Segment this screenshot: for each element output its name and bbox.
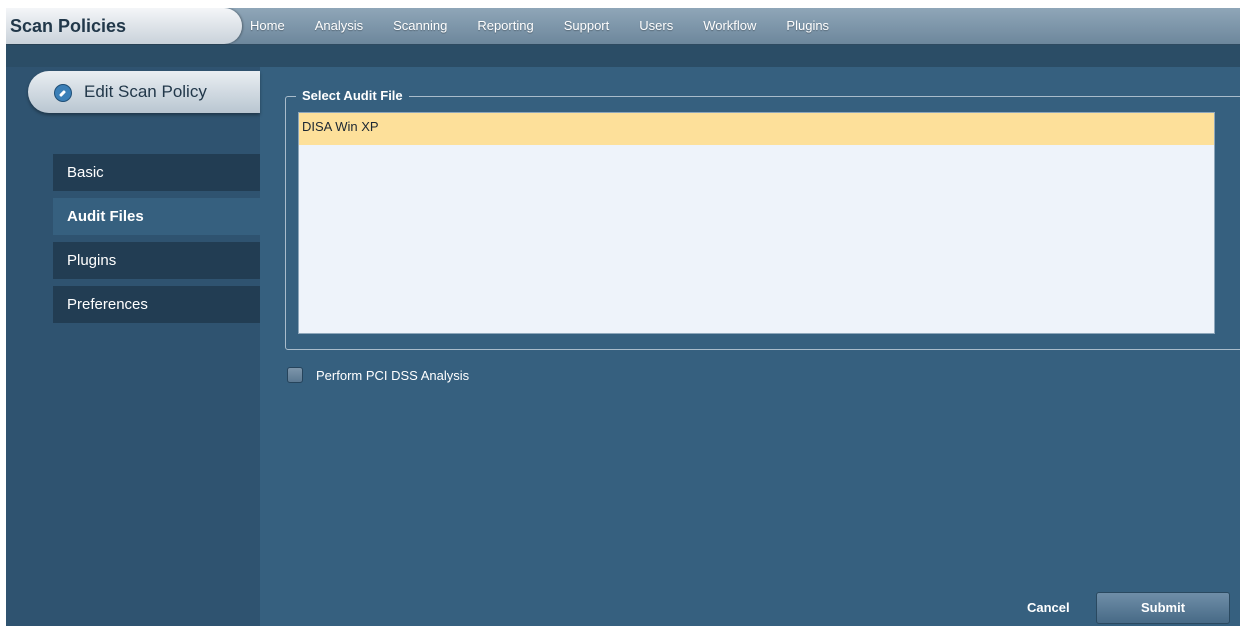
nav-reporting[interactable]: Reporting — [462, 16, 548, 36]
nav-home[interactable]: Home — [250, 16, 300, 36]
sidebar-nav: Basic Audit Files Plugins Preferences — [53, 154, 260, 330]
edit-icon — [54, 84, 72, 102]
sub-toolbar — [6, 45, 1240, 67]
sidebar-item-plugins[interactable]: Plugins — [53, 242, 260, 279]
app-brand: Scan Policies — [6, 8, 242, 44]
select-audit-file-group: Select Audit File DISA Win XP — [285, 87, 1240, 350]
main-content: Select Audit File DISA Win XP Perform PC… — [260, 67, 1240, 626]
sidebar-item-audit-files[interactable]: Audit Files — [53, 198, 260, 235]
main-nav: Home Analysis Scanning Reporting Support… — [250, 16, 844, 36]
nav-support[interactable]: Support — [549, 16, 625, 36]
nav-plugins[interactable]: Plugins — [771, 16, 844, 36]
sidebar-header-label: Edit Scan Policy — [84, 82, 207, 101]
nav-users[interactable]: Users — [624, 16, 688, 36]
sidebar-item-preferences[interactable]: Preferences — [53, 286, 260, 323]
select-audit-file-legend: Select Audit File — [296, 87, 409, 105]
form-actions: Cancel Submit — [260, 592, 1240, 626]
sidebar-item-basic[interactable]: Basic — [53, 154, 260, 191]
audit-file-list[interactable]: DISA Win XP — [298, 112, 1215, 334]
pci-dss-option: Perform PCI DSS Analysis — [287, 365, 469, 385]
nav-analysis[interactable]: Analysis — [300, 16, 378, 36]
cancel-button[interactable]: Cancel — [1027, 600, 1070, 615]
pci-dss-label: Perform PCI DSS Analysis — [316, 367, 470, 383]
audit-file-item[interactable]: DISA Win XP — [299, 113, 1214, 145]
submit-button[interactable]: Submit — [1096, 592, 1230, 624]
app-title: Scan Policies — [10, 16, 127, 36]
nav-workflow[interactable]: Workflow — [688, 16, 771, 36]
nav-scanning[interactable]: Scanning — [378, 16, 462, 36]
sidebar-header: Edit Scan Policy — [28, 71, 260, 113]
sidebar: Edit Scan Policy Basic Audit Files Plugi… — [6, 67, 260, 626]
top-navigation-bar: Scan Policies Home Analysis Scanning Rep… — [6, 8, 1240, 45]
pci-dss-checkbox[interactable] — [287, 367, 303, 383]
scan-policies-window: Scan Policies Home Analysis Scanning Rep… — [6, 8, 1240, 626]
